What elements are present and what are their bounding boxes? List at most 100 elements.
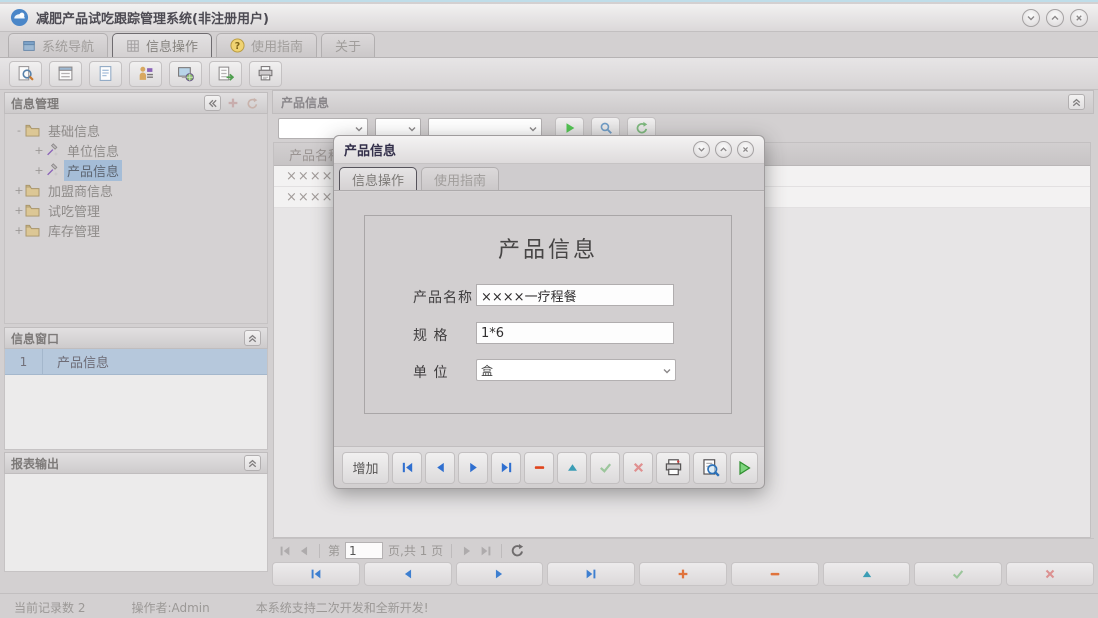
sidebar-collapse-left-button[interactable] [204, 95, 221, 111]
dialog-first-button[interactable] [392, 452, 422, 484]
pager-page-input[interactable] [345, 542, 383, 559]
dialog-titlebar[interactable]: 产品信息 [334, 136, 764, 164]
folder-icon [25, 204, 40, 217]
tree-expander[interactable]: + [33, 144, 45, 157]
tree-expander[interactable]: + [33, 164, 45, 177]
bottom-add-button[interactable] [639, 562, 727, 586]
dialog-delete-button[interactable] [524, 452, 554, 484]
status-message: 本系统支持二次开发和全新开发! [256, 599, 429, 616]
report-output-collapse-button[interactable] [244, 455, 261, 471]
main-toolbar [0, 58, 1098, 90]
bottom-edit-button[interactable] [823, 562, 911, 586]
separator [501, 544, 502, 558]
table-export-icon [217, 65, 234, 82]
app-window: 减肥产品试吃跟踪管理系统(非注册用户) 系统导航 信息操作 ? 使用指南 关于 [0, 0, 1098, 618]
toolbar-print-button[interactable] [249, 61, 282, 87]
dialog-print-preview-button[interactable] [693, 452, 727, 484]
tree-item-product-info[interactable]: + 产品信息 [5, 160, 267, 180]
unit-select[interactable]: 盒 [477, 361, 675, 381]
dialog-print-button[interactable] [656, 452, 690, 484]
tool-icon [45, 163, 59, 177]
dialog-last-button[interactable] [491, 452, 521, 484]
tree-item-inventory-management[interactable]: + 库存管理 [5, 220, 267, 240]
tab-user-guide[interactable]: ? 使用指南 [216, 33, 317, 57]
dialog-collapse-button[interactable] [693, 141, 710, 158]
info-window-collapse-button[interactable] [244, 330, 261, 346]
pager-page-suffix: 页,共 1 页 [388, 542, 443, 559]
bottom-next-button[interactable] [456, 562, 544, 586]
add-button-label: 增加 [352, 458, 378, 477]
toolbar-document-button[interactable] [89, 61, 122, 87]
panel-info-window-header: 信息窗口 [4, 327, 268, 349]
window-expand-button[interactable] [1046, 9, 1064, 27]
dialog-next-button[interactable] [458, 452, 488, 484]
dialog-run-button[interactable] [730, 452, 758, 484]
tree-expander[interactable]: + [13, 184, 25, 197]
toolbar-user-report-button[interactable] [129, 61, 162, 87]
form-icon [57, 65, 74, 82]
cell-product-name: ×××× [286, 190, 334, 205]
dialog-edit-button[interactable] [557, 452, 587, 484]
refresh-icon [635, 121, 649, 135]
unit-label: 单 位 [413, 362, 448, 382]
tree-item-tasting-management[interactable]: + 试吃管理 [5, 200, 267, 220]
unit-combo[interactable]: 盒 [476, 359, 676, 381]
bottom-prev-button[interactable] [364, 562, 452, 586]
toolbar-export-button[interactable] [209, 61, 242, 87]
tree-label: 单位信息 [64, 140, 122, 161]
toolbar-form-button[interactable] [49, 61, 82, 87]
bottom-delete-button[interactable] [731, 562, 819, 586]
dialog-tab-user-guide[interactable]: 使用指南 [421, 167, 499, 190]
dialog-prev-button[interactable] [425, 452, 455, 484]
product-info-dialog: 产品信息 信息操作 使用指南 产品信息 产品名称 规 格 [333, 135, 765, 489]
main-panel-title: 产品信息 [281, 94, 329, 111]
product-name-input[interactable] [476, 284, 674, 306]
dialog-add-button[interactable]: 增加 [342, 452, 389, 484]
dialog-tab-info-operation[interactable]: 信息操作 [339, 167, 417, 190]
tree-expander[interactable]: + [13, 224, 25, 237]
dialog-footer: 增加 [334, 446, 764, 488]
toolbar-search-button[interactable] [9, 61, 42, 87]
user-chart-icon [137, 65, 154, 82]
sidebar-add-button[interactable] [224, 95, 241, 111]
tab-info-operation[interactable]: 信息操作 [112, 33, 212, 57]
main-panel-collapse-button[interactable] [1068, 94, 1085, 110]
tree-label: 加盟商信息 [45, 180, 116, 201]
bottom-last-button[interactable] [547, 562, 635, 586]
main-panel-header: 产品信息 [272, 90, 1094, 114]
bottom-first-button[interactable] [272, 562, 360, 586]
window-collapse-button[interactable] [1022, 9, 1040, 27]
panel-tools [204, 95, 261, 111]
status-record-count: 当前记录数 2 [14, 599, 85, 616]
toolbar-monitor-button[interactable] [169, 61, 202, 87]
dialog-expand-button[interactable] [715, 141, 732, 158]
tree-expander[interactable]: + [13, 204, 25, 217]
tab-about[interactable]: 关于 [321, 33, 375, 57]
dialog-close-button[interactable] [737, 141, 754, 158]
pager-next-button[interactable] [460, 544, 474, 558]
pager-prev-button[interactable] [297, 544, 311, 558]
pager-page-prefix: 第 [328, 542, 340, 559]
tree-item-franchisee-info[interactable]: + 加盟商信息 [5, 180, 267, 200]
search-doc-icon [17, 65, 34, 82]
info-window-row[interactable]: 1 产品信息 [5, 349, 267, 375]
dialog-cancel-button[interactable] [623, 452, 653, 484]
window-controls [1022, 9, 1088, 27]
bottom-cancel-button[interactable] [1006, 562, 1094, 586]
panel-info-manage-header: 信息管理 [4, 92, 268, 114]
bottom-save-button[interactable] [914, 562, 1002, 586]
tab-label: 信息操作 [352, 170, 404, 189]
tab-label: 系统导航 [42, 36, 94, 55]
sidebar-refresh-button[interactable] [244, 95, 261, 111]
spec-input[interactable] [476, 322, 674, 344]
window-close-button[interactable] [1070, 9, 1088, 27]
tree-expander[interactable]: - [13, 124, 25, 137]
tree-item-unit-info[interactable]: + 单位信息 [5, 140, 267, 160]
pager-first-button[interactable] [278, 544, 292, 558]
form-heading: 产品信息 [365, 232, 731, 264]
pager-refresh-button[interactable] [510, 543, 525, 558]
tab-system-nav[interactable]: 系统导航 [8, 33, 108, 57]
pager-last-button[interactable] [479, 544, 493, 558]
dialog-save-button[interactable] [590, 452, 620, 484]
tree-item-basic-info[interactable]: - 基础信息 [5, 120, 267, 140]
